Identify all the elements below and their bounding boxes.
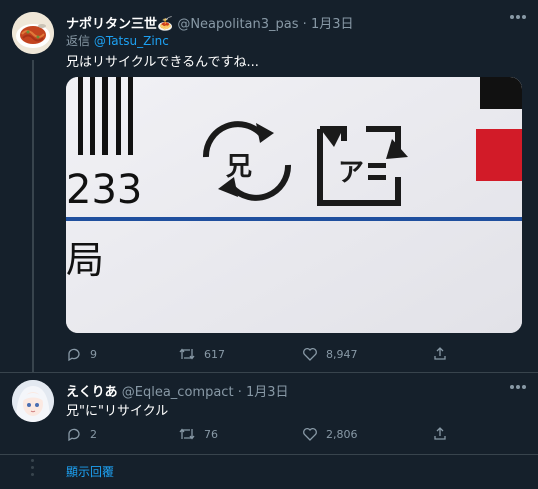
display-name[interactable]: ナポリタン三世🍝 — [66, 17, 173, 32]
heart-icon — [303, 428, 317, 441]
like-button[interactable]: 2,806 — [302, 424, 358, 444]
separator-dot: · — [302, 17, 307, 32]
avatar-eqlea[interactable] — [12, 380, 54, 422]
avatar-neapolitan[interactable] — [12, 12, 54, 54]
recycle-mark-right-char: ア — [338, 158, 364, 188]
separator-dot: · — [237, 385, 242, 400]
spaghetti-avatar-image — [12, 12, 54, 54]
retweet-icon — [179, 348, 195, 360]
reply-count: 9 — [90, 347, 97, 361]
more-options-icon[interactable] — [510, 384, 526, 390]
share-button[interactable] — [432, 344, 456, 364]
retweet-button[interactable]: 76 — [178, 424, 218, 444]
reply-context: 返信 @Tatsu_Zinc — [66, 32, 169, 49]
like-count: 2,806 — [326, 427, 358, 441]
retweet-button[interactable]: 617 — [178, 344, 225, 364]
tweet-header: えくりあ @Eqlea_compact · 1月3日 — [66, 381, 289, 400]
share-icon — [434, 347, 446, 360]
show-more-replies-link[interactable]: 顯示回覆 — [66, 463, 114, 480]
retweet-count: 617 — [204, 347, 225, 361]
reply-label: 返信 — [66, 34, 91, 48]
show-more-replies-row[interactable]: 顯示回覆 — [0, 454, 538, 489]
vertical-dots-icon — [30, 459, 36, 485]
tweet-header: ナポリタン三世🍝 @Neapolitan3_pas · 1月3日 — [66, 13, 353, 32]
user-handle[interactable]: @Eqlea_compact — [122, 385, 234, 400]
tweet-actions: 2 76 2,806 — [66, 424, 538, 444]
user-handle[interactable]: @Neapolitan3_pas — [177, 17, 298, 32]
recycle-mark-left-char: 兄 — [226, 152, 252, 182]
share-icon — [434, 427, 446, 440]
share-button[interactable] — [432, 424, 456, 444]
tweet-date[interactable]: 1月3日 — [246, 385, 289, 400]
reply-icon — [68, 428, 80, 442]
reply-button[interactable]: 2 — [66, 424, 97, 444]
tweet-actions: 9 617 8,947 — [66, 344, 538, 364]
reply-button[interactable]: 9 — [66, 344, 97, 364]
recycle-mark-photo: 233 局 兄 ア — [66, 77, 522, 333]
like-button[interactable]: 8,947 — [302, 344, 358, 364]
reply-icon — [68, 348, 80, 362]
more-options-icon[interactable] — [510, 14, 526, 20]
barcode-number: 233 — [66, 167, 142, 213]
thread-line — [32, 60, 34, 372]
tweet-date[interactable]: 1月3日 — [311, 17, 354, 32]
reply-to-handle[interactable]: @Tatsu_Zinc — [94, 34, 169, 48]
heart-icon — [303, 348, 317, 361]
retweet-count: 76 — [204, 427, 218, 441]
anime-girl-avatar-image — [12, 380, 54, 422]
tweet-text: 兄はリサイクルできるんですね... — [66, 55, 259, 70]
like-count: 8,947 — [326, 347, 358, 361]
tweet-text: 兄"に"リサイクル — [66, 404, 169, 419]
reply-count: 2 — [90, 427, 97, 441]
tweet-neapolitan[interactable]: ナポリタン三世🍝 @Neapolitan3_pas · 1月3日 返信 @Tat… — [0, 0, 538, 372]
tweet-image[interactable]: 233 局 兄 ア — [66, 77, 522, 333]
display-name[interactable]: えくりあ — [66, 385, 118, 400]
retweet-icon — [179, 428, 195, 440]
post-office-text: 局 — [66, 238, 104, 282]
